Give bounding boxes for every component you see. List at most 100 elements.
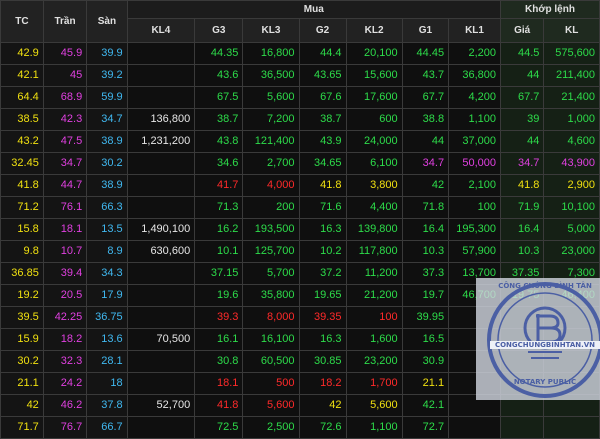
cell-tran: 18.1 [42, 218, 88, 241]
cell-kl: 10,100 [543, 196, 600, 219]
cell-kl1: 36,800 [448, 64, 501, 87]
cell-g3: 39.3 [194, 306, 244, 329]
header-tran[interactable]: Trần [42, 0, 88, 43]
cell-g2: 72.6 [298, 416, 347, 439]
cell-g1: 39.95 [401, 306, 450, 329]
header-kl3[interactable]: KL3 [242, 18, 300, 43]
cell-g1: 21.1 [401, 372, 450, 395]
cell-g2: 43.65 [298, 64, 347, 87]
cell-kl: 211,400 [543, 64, 600, 87]
header-g2[interactable]: G2 [298, 18, 347, 43]
cell-kl2: 4,400 [345, 196, 403, 219]
cell-gia: 10.3 [499, 240, 545, 263]
cell-g2: 41.8 [298, 174, 347, 197]
table-row[interactable]: 15.8 18.1 13.5 1,490,100 16.2 193,500 16.3 139,… [0, 218, 600, 241]
table-row[interactable]: 9.8 10.7 8.9 630,600 10.1 125,700 10.2 117,800 1… [0, 240, 600, 263]
cell-g1: 30.9 [401, 350, 450, 373]
cell-g3: 19.6 [194, 284, 244, 307]
table-row[interactable]: 43.2 47.5 38.9 1,231,200 43.8 121,400 43.9 24,0… [0, 130, 600, 153]
table-row[interactable]: 32.45 34.7 30.2 34.6 2,700 34.65 6,100 34.7 50,0… [0, 152, 600, 175]
header-san[interactable]: Sàn [86, 0, 128, 43]
cell-gia: 39 [499, 108, 545, 131]
price-board: TC Trần Sàn Mua Khớp lệnh KL4 G3 KL3 G2 … [0, 0, 600, 439]
cell-kl4 [126, 350, 196, 373]
cell-kl3: 5,700 [242, 262, 300, 285]
cell-san: 13.6 [86, 328, 128, 351]
cell-tc: 38.5 [0, 108, 44, 131]
header-g3[interactable]: G3 [194, 18, 244, 43]
cell-kl3: 16,100 [242, 328, 300, 351]
cell-g1: 44.45 [401, 42, 450, 65]
cell-gia [499, 416, 545, 439]
table-row[interactable]: 71.7 76.7 66.7 72.5 2,500 72.6 1,100 72.7 [0, 416, 600, 439]
cell-g2: 19.65 [298, 284, 347, 307]
cell-g2: 67.6 [298, 86, 347, 109]
cell-tran: 20.5 [42, 284, 88, 307]
cell-kl2: 23,200 [345, 350, 403, 373]
cell-tc: 42.9 [0, 42, 44, 65]
notary-watermark: CÔNG CHỨNG BÌNH TÂN CONGCHUNGBINHTAN.VN … [476, 278, 600, 400]
cell-tran: 45.9 [42, 42, 88, 65]
cell-kl4 [126, 42, 196, 65]
cell-kl2: 17,600 [345, 86, 403, 109]
cell-kl4 [126, 196, 196, 219]
cell-kl2: 5,600 [345, 394, 403, 417]
cell-kl1: 195,300 [448, 218, 501, 241]
header-mua-group: Mua [126, 0, 501, 20]
cell-kl4: 52,700 [126, 394, 196, 417]
cell-gia: 16.4 [499, 218, 545, 241]
table-row[interactable]: 38.5 42.3 34.7 136,800 38.7 7,200 38.7 600 38.8 1… [0, 108, 600, 131]
cell-san: 8.9 [86, 240, 128, 263]
cell-g1: 43.7 [401, 64, 450, 87]
cell-gia: 44.5 [499, 42, 545, 65]
cell-g1: 19.7 [401, 284, 450, 307]
cell-kl2: 1,700 [345, 372, 403, 395]
cell-kl1: 50,000 [448, 152, 501, 175]
cell-san: 17.9 [86, 284, 128, 307]
cell-tran: 42.3 [42, 108, 88, 131]
cell-g2: 30.85 [298, 350, 347, 373]
cell-g3: 34.6 [194, 152, 244, 175]
table-row[interactable]: 64.4 68.9 59.9 67.5 5,600 67.6 17,600 67.7 4,200… [0, 86, 600, 109]
header-gia[interactable]: Giá [499, 18, 545, 43]
cell-tc: 43.2 [0, 130, 44, 153]
cell-tc: 36.85 [0, 262, 44, 285]
cell-g3: 43.6 [194, 64, 244, 87]
cell-kl2: 6,100 [345, 152, 403, 175]
header-tc[interactable]: TC [0, 0, 44, 43]
cell-g1: 38.8 [401, 108, 450, 131]
watermark-url: CONGCHUNGBINHTAN.VN [490, 341, 600, 349]
cell-kl1: 4,200 [448, 86, 501, 109]
cell-tc: 64.4 [0, 86, 44, 109]
table-row[interactable]: 71.2 76.1 66.3 71.3 200 71.6 4,400 71.8 100 71.9 1… [0, 196, 600, 219]
table-row[interactable]: 42.1 45 39.2 43.6 36,500 43.65 15,600 43.7 36,80… [0, 64, 600, 87]
cell-kl3: 2,500 [242, 416, 300, 439]
cell-kl2: 600 [345, 108, 403, 131]
cell-san: 34.7 [86, 108, 128, 131]
cell-san: 13.5 [86, 218, 128, 241]
cell-g3: 37.15 [194, 262, 244, 285]
cell-kl4 [126, 86, 196, 109]
cell-g2: 18.2 [298, 372, 347, 395]
header-kl2[interactable]: KL2 [345, 18, 403, 43]
cell-gia: 71.9 [499, 196, 545, 219]
cell-kl2: 20,100 [345, 42, 403, 65]
cell-gia: 44 [499, 130, 545, 153]
cell-g3: 41.8 [194, 394, 244, 417]
cell-san: 66.7 [86, 416, 128, 439]
cell-tran: 10.7 [42, 240, 88, 263]
cell-kl3: 7,200 [242, 108, 300, 131]
cell-kl2: 117,800 [345, 240, 403, 263]
cell-kl4 [126, 174, 196, 197]
cell-kl: 2,900 [543, 174, 600, 197]
header-g1[interactable]: G1 [401, 18, 450, 43]
header-kl1[interactable]: KL1 [448, 18, 501, 43]
header-kl[interactable]: KL [543, 18, 600, 43]
cell-kl3: 8,000 [242, 306, 300, 329]
cell-g3: 16.1 [194, 328, 244, 351]
table-row[interactable]: 41.8 44.7 38.9 41.7 4,000 41.8 3,800 42 2,100 41.… [0, 174, 600, 197]
header-kl4[interactable]: KL4 [126, 18, 196, 43]
cell-san: 66.3 [86, 196, 128, 219]
table-row[interactable]: 42.9 45.9 39.9 44.35 16,800 44.4 20,100 44.45 2,… [0, 42, 600, 65]
cell-g3: 72.5 [194, 416, 244, 439]
